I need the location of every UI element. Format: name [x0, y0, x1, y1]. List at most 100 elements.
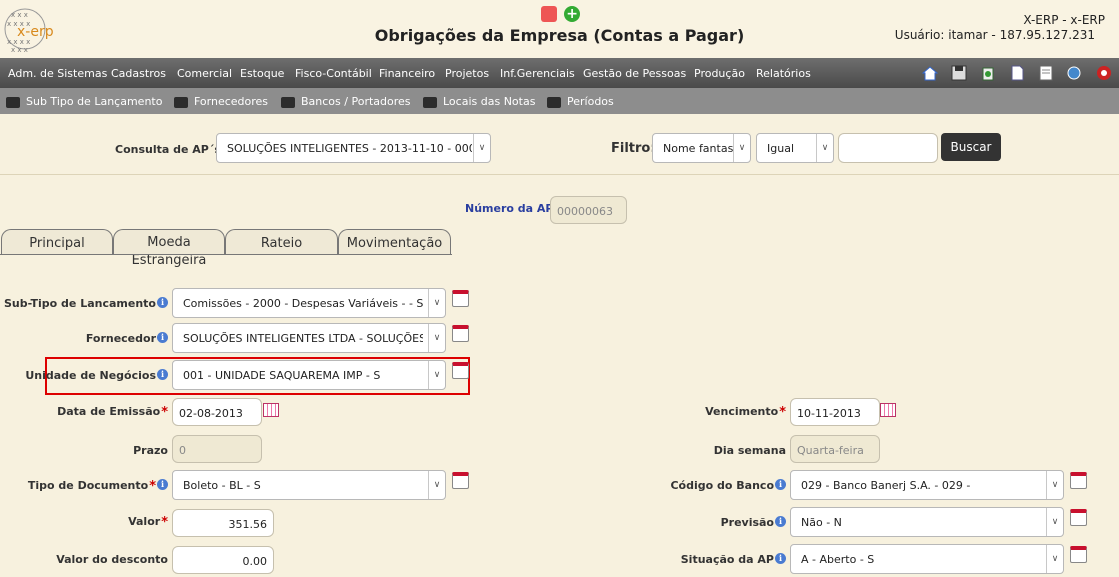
- menu-producao[interactable]: Produção: [694, 67, 745, 80]
- submenu-bancos[interactable]: Bancos / Portadores: [281, 95, 411, 108]
- submenu-periodos[interactable]: Períodos: [547, 95, 614, 108]
- chevron-down-icon: ∨: [1046, 508, 1063, 536]
- numero-ap-field: 00000063: [550, 196, 627, 224]
- building-icon: [423, 96, 437, 108]
- tipodoc-label: Tipo de Documento* i: [28, 479, 168, 494]
- info-icon[interactable]: i: [775, 553, 786, 564]
- tab-moeda-estrangeira[interactable]: Moeda Estrangeira: [113, 229, 225, 268]
- date-picker-icon[interactable]: [880, 403, 896, 417]
- unidade-select[interactable]: 001 - UNIDADE SAQUAREMA IMP - S ∨: [172, 360, 446, 390]
- menu-projetos[interactable]: Projetos: [445, 67, 489, 80]
- menu-comercial[interactable]: Comercial: [177, 67, 232, 80]
- menu-financeiro[interactable]: Financeiro: [379, 67, 435, 80]
- gear-icon: [6, 96, 20, 108]
- banco-label: Código do Banco i: [670, 479, 786, 492]
- situacao-select[interactable]: A - Aberto - S ∨: [790, 544, 1064, 574]
- filtro-valor-input[interactable]: [838, 133, 938, 163]
- top-actions: +: [541, 3, 582, 22]
- previsao-select[interactable]: Não - N ∨: [790, 507, 1064, 537]
- menu-relatorios[interactable]: Relatórios: [756, 67, 811, 80]
- menu-cadastros[interactable]: Cadastros: [111, 67, 166, 80]
- tab-principal[interactable]: Principal: [1, 229, 113, 255]
- submenu-subtipo-lancamento[interactable]: Sub Tipo de Lançamento: [6, 95, 162, 108]
- fornecedor-label: Fornecedor i: [86, 332, 168, 345]
- save-icon[interactable]: [951, 65, 967, 81]
- prazo-field: 0: [172, 435, 262, 463]
- filtro-campo-value: Nome fantasi: [663, 142, 733, 155]
- home-icon[interactable]: [921, 65, 939, 81]
- filtro-campo-select[interactable]: Nome fantasi ∨: [652, 133, 751, 163]
- globe-icon[interactable]: [1066, 65, 1082, 81]
- info-icon[interactable]: i: [157, 479, 168, 490]
- subtipo-label: Sub-Tipo de Lancamento i: [4, 297, 168, 310]
- info-icon[interactable]: i: [157, 297, 168, 308]
- filtro-operador-select[interactable]: Igual ∨: [756, 133, 834, 163]
- info-icon[interactable]: i: [157, 369, 168, 380]
- main-menu: Adm. de Sistemas Cadastros Comercial Est…: [0, 58, 1119, 88]
- submenu-label: Bancos / Portadores: [301, 95, 411, 108]
- recycle-icon[interactable]: [980, 65, 996, 81]
- svg-text:x x x: x x x: [11, 46, 28, 54]
- diasemana-field: Quarta-feira: [790, 435, 880, 463]
- previsao-select-value: Não - N: [801, 516, 842, 529]
- tab-movimentacao[interactable]: Movimentação: [338, 229, 451, 255]
- diasemana-label: Dia semana: [713, 444, 786, 457]
- desconto-input[interactable]: 0.00: [172, 546, 274, 574]
- truck-icon: [174, 96, 188, 108]
- svg-text:x x x: x x x: [11, 11, 28, 19]
- submenu-fornecedores[interactable]: Fornecedores: [174, 95, 268, 108]
- tipodoc-select[interactable]: Boleto - BL - S ∨: [172, 470, 446, 500]
- info-icon[interactable]: i: [157, 332, 168, 343]
- submenu-label: Períodos: [567, 95, 614, 108]
- calendar-icon[interactable]: [452, 325, 469, 342]
- fornecedor-select[interactable]: SOLUÇÕES INTELIGENTES LTDA - SOLUÇÕES IN…: [172, 323, 446, 353]
- info-icon[interactable]: i: [775, 516, 786, 527]
- valor-label: Valor*: [128, 515, 168, 530]
- submenu-locais-notas[interactable]: Locais das Notas: [423, 95, 535, 108]
- banco-select-value: 029 - Banco Banerj S.A. - 029 -: [801, 479, 971, 492]
- tab-rateio[interactable]: Rateio: [225, 229, 338, 255]
- tipodoc-select-value: Boleto - BL - S: [183, 479, 261, 492]
- consulta-select[interactable]: SOLUÇÕES INTELIGENTES - 2013-11-10 - 000…: [216, 133, 491, 163]
- new-document-icon[interactable]: [1009, 65, 1025, 81]
- prazo-label: Prazo: [133, 444, 168, 457]
- menu-estoque[interactable]: Estoque: [240, 67, 284, 80]
- info-icon[interactable]: i: [775, 479, 786, 490]
- calendar-icon[interactable]: [1070, 546, 1087, 563]
- tab-divider: [0, 254, 452, 255]
- menu-inf-gerenciais[interactable]: Inf.Gerenciais: [500, 67, 575, 80]
- user-info: Usuário: itamar - 187.95.127.231: [894, 28, 1095, 42]
- fornecedor-select-value: SOLUÇÕES INTELIGENTES LTDA - SOLUÇÕES IN…: [183, 332, 423, 345]
- report-icon[interactable]: [541, 5, 557, 22]
- menu-gestao-pessoas[interactable]: Gestão de Pessoas: [583, 67, 686, 80]
- document-icon[interactable]: [1038, 65, 1054, 81]
- chevron-down-icon: ∨: [733, 134, 750, 162]
- calendar-icon[interactable]: [1070, 472, 1087, 489]
- numero-ap-label: Número da AP*: [465, 202, 561, 217]
- chevron-down-icon: ∨: [428, 289, 445, 317]
- desconto-label: Valor do desconto: [56, 553, 168, 566]
- valor-input[interactable]: 351.56: [172, 509, 274, 537]
- menu-adm-sistemas[interactable]: Adm. de Sistemas: [8, 67, 107, 80]
- date-picker-icon[interactable]: [263, 403, 279, 417]
- calendar-icon[interactable]: [1070, 509, 1087, 526]
- menu-fisco-contabil[interactable]: Fisco-Contábil: [295, 67, 372, 80]
- situacao-label: Situação da AP i: [681, 553, 786, 566]
- vencimento-input[interactable]: 10-11-2013: [790, 398, 880, 426]
- calendar-icon[interactable]: [452, 362, 469, 379]
- emissao-input[interactable]: 02-08-2013: [172, 398, 262, 426]
- calendar-icon[interactable]: [452, 290, 469, 307]
- emissao-label: Data de Emissão*: [57, 405, 168, 420]
- exit-icon[interactable]: [1096, 65, 1112, 81]
- calendar-icon[interactable]: [452, 472, 469, 489]
- calendar-icon: [547, 96, 561, 108]
- unidade-label: Unidade de Negócios i: [25, 369, 168, 382]
- add-icon[interactable]: +: [564, 5, 581, 22]
- previsao-label: Previsão i: [721, 516, 786, 529]
- filtro-label: Filtro:: [611, 141, 656, 156]
- buscar-button[interactable]: Buscar: [941, 133, 1001, 161]
- subtipo-select-value: Comissões - 2000 - Despesas Variáveis - …: [183, 297, 424, 310]
- subtipo-select[interactable]: Comissões - 2000 - Despesas Variáveis - …: [172, 288, 446, 318]
- banco-select[interactable]: 029 - Banco Banerj S.A. - 029 - ∨: [790, 470, 1064, 500]
- situacao-select-value: A - Aberto - S: [801, 553, 875, 566]
